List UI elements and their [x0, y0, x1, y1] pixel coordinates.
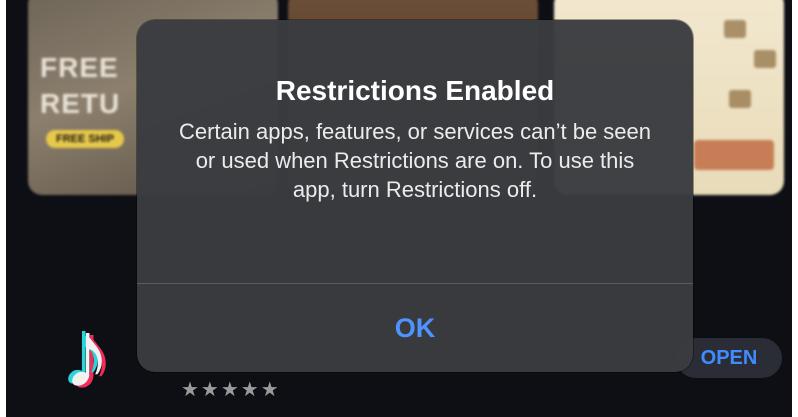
product-thumbnail	[754, 50, 776, 68]
product-thumbnail	[729, 90, 751, 108]
ok-button[interactable]: OK	[137, 284, 693, 372]
promo-line-2: RETU	[40, 88, 121, 119]
promo-line-1: FREE	[40, 52, 119, 83]
screen: FREE RETU FREE SHIP ♪ ★★★★★ OPEN Restric…	[6, 0, 792, 417]
alert-message: Certain apps, features, or services can’…	[178, 119, 652, 202]
tiktok-logo-icon[interactable]: ♪	[32, 300, 142, 410]
alert-title: Restrictions Enabled	[275, 75, 555, 106]
rating-stars: ★★★★★	[181, 379, 281, 401]
product-banner	[694, 140, 774, 170]
free-ship-badge: FREE SHIP	[46, 130, 125, 148]
product-thumbnail	[724, 20, 746, 38]
restrictions-alert: Restrictions Enabled Certain apps, featu…	[137, 20, 693, 372]
